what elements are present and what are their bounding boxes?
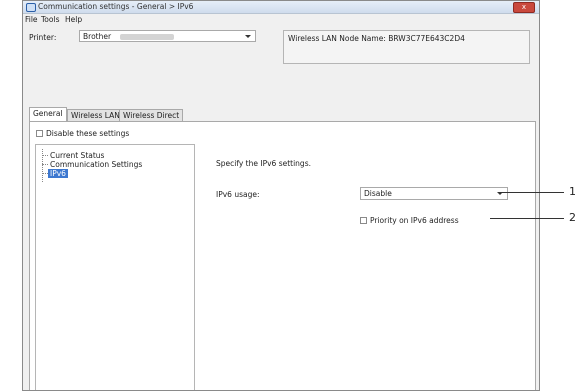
callout-line-1: [500, 192, 564, 193]
ipv6-description: Specify the IPv6 settings.: [216, 159, 311, 168]
tab-wireless-direct[interactable]: Wireless Direct: [119, 109, 184, 121]
ipv6-usage-value: Disable: [364, 189, 392, 198]
menu-file[interactable]: File: [25, 15, 38, 24]
callout-line-2: [490, 218, 564, 219]
tree-item-current-status[interactable]: Current Status: [48, 151, 106, 160]
callout-number-2: 2: [569, 211, 576, 224]
app-icon: [26, 3, 36, 12]
communication-settings-window: Communication settings - General > IPv6 …: [22, 0, 540, 391]
tree-item-ipv6[interactable]: IPv6: [48, 169, 68, 178]
tree-item-communication-settings[interactable]: Communication Settings: [48, 160, 144, 169]
ipv6-usage-label: IPv6 usage:: [216, 190, 260, 199]
close-button[interactable]: x: [513, 2, 535, 13]
printer-model-obscured: [120, 34, 174, 40]
window-title: Communication settings - General > IPv6: [38, 2, 194, 11]
node-name-box: Wireless LAN Node Name: BRW3C77E643C2D4: [283, 30, 530, 64]
menu-help[interactable]: Help: [65, 15, 82, 24]
general-tab-panel: Disable these settings Current Status Co…: [29, 121, 536, 390]
printer-label: Printer:: [29, 33, 57, 42]
chevron-down-icon: [245, 35, 251, 38]
menu-bar: File Tools Help: [23, 14, 539, 25]
disable-settings-checkbox[interactable]: [36, 130, 43, 137]
priority-ipv6-label: Priority on IPv6 address: [370, 216, 459, 225]
menu-tools[interactable]: Tools: [41, 15, 59, 24]
ipv6-usage-select[interactable]: Disable: [360, 187, 508, 200]
callout-number-1: 1: [569, 185, 576, 198]
tab-wireless-lan[interactable]: Wireless LAN: [67, 109, 124, 121]
tab-general[interactable]: General: [29, 107, 67, 122]
printer-select[interactable]: Brother: [79, 30, 256, 42]
priority-ipv6-checkbox[interactable]: [360, 217, 367, 224]
printer-value: Brother: [83, 32, 112, 41]
settings-tree: Current Status Communication Settings IP…: [35, 144, 195, 390]
tree-connector: [42, 149, 43, 182]
title-bar: Communication settings - General > IPv6 …: [23, 1, 539, 14]
disable-settings-label: Disable these settings: [46, 129, 130, 138]
node-name-text: Wireless LAN Node Name: BRW3C77E643C2D4: [288, 34, 465, 43]
